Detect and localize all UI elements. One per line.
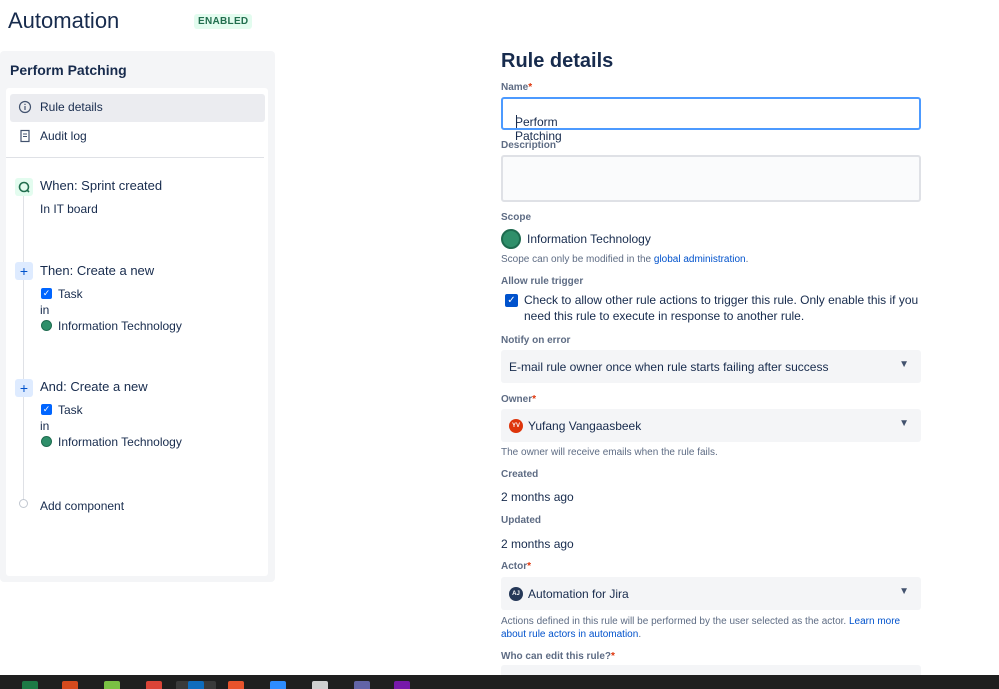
global-administration-link[interactable]: global administration [654, 254, 746, 265]
rule-name-value: Perform Patching [515, 115, 562, 143]
owner-select[interactable]: YV Yufang Vangaasbeek ▼ [501, 409, 921, 442]
excel-icon[interactable] [22, 681, 38, 689]
plus-icon: + [15, 262, 33, 280]
project-icon [41, 320, 52, 331]
step-trigger-detail: In IT board [40, 202, 98, 216]
allow-trigger-checkbox[interactable]: ✓ [505, 294, 518, 307]
scope-helper-text: Scope can only be modified in the global… [501, 254, 749, 265]
step-action-title[interactable]: Then: Create a new [40, 263, 154, 278]
name-label: Name* [501, 82, 533, 93]
notify-on-error-select[interactable]: E-mail rule owner once when rule starts … [501, 350, 921, 383]
page-title: Automation [8, 8, 120, 33]
issue-type: Task [58, 287, 83, 301]
updated-value: 2 months ago [501, 537, 574, 551]
task-type-icon: ✓ [41, 288, 52, 299]
owner-value: Yufang Vangaasbeek [528, 419, 642, 433]
step-action-title[interactable]: And: Create a new [40, 379, 148, 394]
who-can-edit-select[interactable] [501, 665, 921, 675]
project-icon [41, 436, 52, 447]
office-icon[interactable] [62, 681, 78, 689]
chevron-down-icon: ▼ [899, 418, 909, 429]
teams-icon[interactable] [354, 681, 370, 689]
scope-value: Information Technology [527, 232, 651, 246]
issue-type: Task [58, 403, 83, 417]
rule-flow-line [23, 190, 24, 500]
onenote-icon[interactable] [394, 681, 410, 689]
created-label: Created [501, 469, 539, 480]
task-type-icon: ✓ [41, 404, 52, 415]
notify-value: E-mail rule owner once when rule starts … [509, 360, 829, 374]
plus-icon: + [15, 379, 33, 397]
files-icon[interactable] [312, 681, 328, 689]
form-heading: Rule details [501, 50, 614, 72]
sidebar-divider [6, 157, 264, 158]
outlook-icon[interactable] [188, 681, 204, 689]
os-taskbar [0, 675, 999, 689]
rule-name: Perform Patching [10, 62, 127, 78]
info-icon [18, 100, 32, 114]
step-connector: in [40, 303, 50, 317]
sidebar-item-label: Rule details [40, 100, 103, 114]
trigger-icon [15, 178, 33, 196]
notify-label: Notify on error [501, 335, 571, 346]
created-value: 2 months ago [501, 490, 574, 504]
chrome-icon[interactable] [146, 681, 162, 689]
description-label: Description [501, 140, 557, 151]
scope-label: Scope [501, 212, 532, 223]
step-connector: in [40, 419, 50, 433]
owner-label: Owner* [501, 394, 537, 405]
owner-avatar: YV [509, 419, 523, 433]
zoom-icon[interactable] [270, 681, 286, 689]
description-field[interactable] [501, 155, 921, 202]
project-name: Information Technology [58, 319, 182, 333]
rule-name-field[interactable]: Perform Patching [501, 97, 921, 143]
text-caret [516, 115, 517, 128]
sidebar-item-audit-log[interactable]: Audit log [10, 123, 265, 151]
owner-helper-text: The owner will receive emails when the r… [501, 447, 718, 458]
actor-select[interactable]: AJ Automation for Jira ▼ [501, 577, 921, 610]
add-component-dot-icon [19, 499, 28, 508]
chevron-down-icon: ▼ [899, 359, 909, 370]
actor-value: Automation for Jira [528, 587, 629, 601]
updated-label: Updated [501, 515, 541, 526]
who-can-edit-label: Who can edit this rule?* [501, 651, 615, 662]
puzzle-icon[interactable] [228, 681, 244, 689]
chevron-down-icon: ▼ [899, 586, 909, 597]
add-component-button[interactable]: Add component [40, 499, 124, 513]
status-badge: ENABLED [194, 14, 253, 29]
sidebar-item-rule-details[interactable]: Rule details [10, 94, 265, 122]
project-name: Information Technology [58, 435, 182, 449]
document-icon [20, 129, 30, 143]
step-trigger-title[interactable]: When: Sprint created [40, 178, 162, 193]
allow-trigger-label: Allow rule trigger [501, 276, 584, 287]
sidebar-item-label: Audit log [40, 129, 87, 143]
actor-label: Actor* [501, 561, 532, 572]
actor-avatar: AJ [509, 587, 523, 601]
actor-helper-text: Actions defined in this rule will be per… [501, 616, 901, 640]
notepad-icon[interactable] [104, 681, 120, 689]
scope-project-icon [501, 229, 521, 249]
allow-trigger-text: Check to allow other rule actions to tri… [524, 293, 919, 323]
